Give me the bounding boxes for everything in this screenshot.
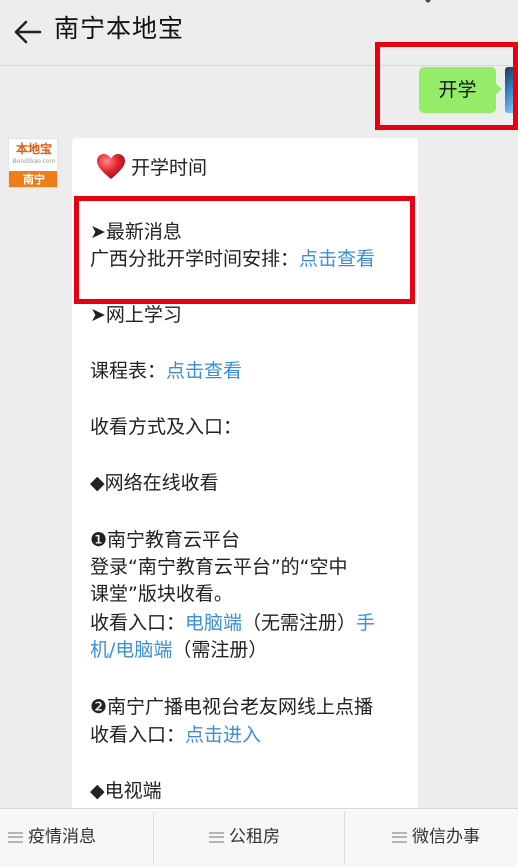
menu-item-wechat-services[interactable]: 微信办事 [392, 808, 480, 867]
menu-item-label: 公租房 [229, 827, 280, 847]
user-avatar[interactable] [505, 67, 518, 113]
platform1-title: ❶南宁教育云平台 [90, 529, 241, 551]
latest-news-title: ➤最新消息 [90, 221, 182, 243]
platform2-entry-label: 收看入口： [90, 724, 186, 746]
logo-url: Bendibao.com [12, 158, 56, 165]
back-arrow-icon[interactable] [12, 16, 44, 48]
schedule-line: 课程表：点击查看 [90, 358, 242, 384]
watch-methods-text: 收看方式及入口： [90, 416, 243, 438]
menu-lines-icon [8, 831, 23, 843]
menu-item-epidemic[interactable]: 疫情消息 [8, 808, 96, 867]
mobile-link-part1[interactable]: 手 [356, 612, 375, 634]
menu-divider [344, 812, 345, 864]
network-watch-title: ◆网络在线收看 [90, 472, 219, 494]
schedule-link[interactable]: 点击查看 [166, 360, 242, 382]
bubble-tail [494, 82, 502, 96]
free-note: （无需注册） [242, 612, 357, 634]
platform1-entry-label: 收看入口： [90, 612, 186, 634]
schedule-label: 课程表： [90, 360, 167, 382]
menu-divider [153, 812, 154, 864]
latest-news-line: 广西分批开学时间安排：点击查看 [90, 246, 375, 272]
pc-link[interactable]: 电脑端 [185, 612, 242, 634]
heart-icon [97, 154, 125, 179]
menu-item-label: 微信办事 [412, 827, 480, 847]
latest-news-text: 广西分批开学时间安排： [90, 248, 300, 270]
bendibao-avatar[interactable]: 本地宝 Bendibao.com 南宁 [8, 138, 58, 188]
tv-title: ◆电视端 [90, 780, 162, 802]
platform1-desc-line1: 登录“南宁教育云平台”的“空中 [90, 556, 348, 578]
platform2-link[interactable]: 点击进入 [185, 724, 261, 746]
mobile-link-part2[interactable]: 机/电脑端 [90, 639, 172, 661]
menu-item-public-housing[interactable]: 公租房 [209, 808, 280, 867]
logo-city: 南宁 [9, 171, 57, 187]
more-icon[interactable] [424, 0, 432, 4]
chat-title: 南宁本地宝 [54, 14, 185, 43]
menu-lines-icon [209, 831, 224, 843]
platform2-entry-line: 收看入口：点击进入 [90, 722, 261, 748]
platform1-desc-line2: 课堂”版块收看。 [90, 583, 233, 605]
menu-lines-icon [392, 831, 407, 843]
sent-message-bubble[interactable]: 开学 [419, 67, 496, 113]
logo-name: 本地宝 [15, 142, 52, 156]
online-study-title: ➤网上学习 [90, 304, 182, 326]
menu-item-label: 疫情消息 [28, 827, 96, 847]
platform2-title: ❷南宁广播电视台老友网线上点播 [90, 696, 374, 718]
platform1-entry-line2: 机/电脑端（需注册） [90, 637, 267, 663]
card-heading: 开学时间 [131, 157, 208, 179]
chat-header: 南宁本地宝 [0, 0, 518, 66]
register-note: （需注册） [172, 639, 268, 661]
latest-news-link[interactable]: 点击查看 [299, 248, 375, 270]
platform1-entry-line: 收看入口：电脑端（无需注册）手 [90, 610, 375, 636]
